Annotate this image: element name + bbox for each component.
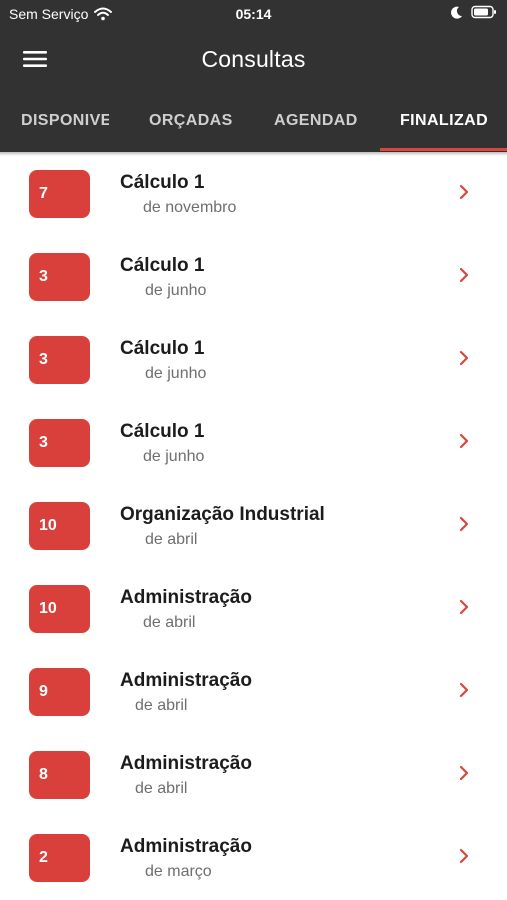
- chevron-right-icon: [459, 267, 469, 283]
- day-badge: 10: [29, 585, 90, 633]
- active-tab-indicator: [380, 148, 507, 151]
- tab-disponiveis[interactable]: DISPONIVE: [21, 90, 109, 152]
- item-title: Administração: [120, 753, 252, 774]
- chevron-right-icon: [459, 350, 469, 366]
- tab-bar: DISPONIVE ORÇADAS AGENDADA FINALIZAD: [0, 90, 507, 152]
- clock: 05:14: [235, 6, 272, 22]
- battery-icon: [471, 5, 496, 19]
- list-item[interactable]: 8 Administração de abril: [0, 733, 507, 816]
- moon-icon: [451, 6, 462, 19]
- list-item[interactable]: 3 Cálculo 1 de junho: [0, 235, 507, 318]
- chevron-right-icon: [459, 516, 469, 532]
- item-title: Cálculo 1: [120, 255, 205, 276]
- chevron-right-icon: [459, 599, 469, 615]
- item-title: Administração: [120, 587, 252, 608]
- day-badge: 3: [29, 336, 90, 384]
- list-item[interactable]: 10 Organização Industrial de abril: [0, 484, 507, 567]
- day-badge: 9: [29, 668, 90, 716]
- item-subtitle: de junho: [145, 282, 207, 299]
- item-title: Cálculo 1: [120, 338, 205, 359]
- tab-agendadas[interactable]: AGENDADA: [274, 90, 358, 152]
- item-subtitle: de abril: [143, 614, 196, 631]
- list-item[interactable]: 9 Administração de abril: [0, 650, 507, 733]
- status-bar: Sem Serviço 05:14: [0, 0, 507, 28]
- chevron-right-icon: [459, 848, 469, 864]
- item-title: Cálculo 1: [120, 421, 205, 442]
- chevron-right-icon: [459, 765, 469, 781]
- chevron-right-icon: [459, 682, 469, 698]
- status-icons: [451, 5, 497, 19]
- item-subtitle: de junho: [145, 365, 207, 382]
- item-subtitle: de março: [145, 863, 212, 880]
- tab-orcadas[interactable]: ORÇADAS: [149, 90, 239, 152]
- item-title: Administração: [120, 836, 252, 857]
- app-bar: Consultas: [0, 28, 507, 90]
- day-badge: 3: [29, 253, 90, 301]
- day-badge: 7: [29, 170, 90, 218]
- list-item[interactable]: 3 Cálculo 1 de junho: [0, 401, 507, 484]
- list-item[interactable]: 7 Cálculo 1 de novembro: [0, 152, 507, 235]
- tab-finalizadas[interactable]: FINALIZAD: [400, 90, 488, 152]
- item-title: Cálculo 1: [120, 172, 205, 193]
- item-subtitle: de abril: [135, 780, 188, 797]
- day-badge: 2: [29, 834, 90, 882]
- list-item[interactable]: 3 Cálculo 1 de junho: [0, 318, 507, 401]
- list-item[interactable]: 10 Administração de abril: [0, 567, 507, 650]
- day-badge: 10: [29, 502, 90, 550]
- chevron-right-icon: [459, 184, 469, 200]
- item-subtitle: de novembro: [143, 199, 237, 216]
- chevron-right-icon: [459, 433, 469, 449]
- item-title: Organização Industrial: [120, 504, 325, 525]
- item-subtitle: de abril: [145, 531, 198, 548]
- item-title: Administração: [120, 670, 252, 691]
- page-title: Consultas: [201, 46, 306, 72]
- day-badge: 3: [29, 419, 90, 467]
- item-subtitle: de junho: [143, 448, 205, 465]
- list-item[interactable]: 2 Administração de março: [0, 816, 507, 899]
- day-badge: 8: [29, 751, 90, 799]
- item-subtitle: de abril: [135, 697, 188, 714]
